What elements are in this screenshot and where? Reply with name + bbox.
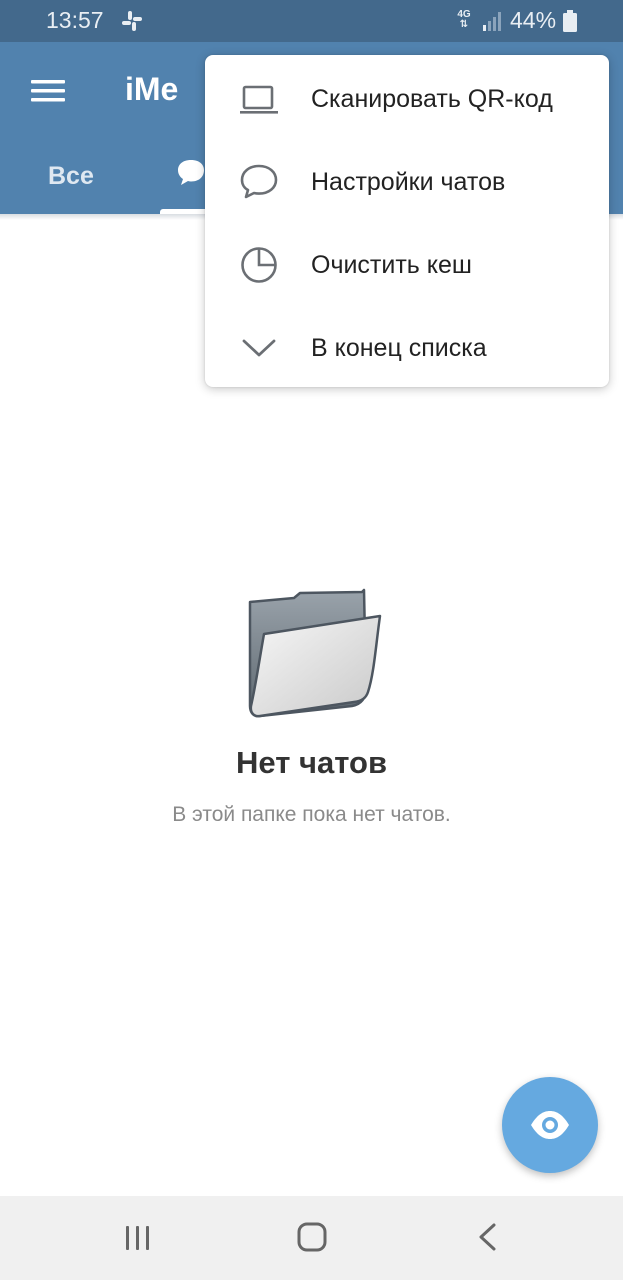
battery-percent: 44% (510, 7, 557, 33)
system-nav-bar (0, 1196, 623, 1280)
status-time: 13:57 (46, 7, 104, 33)
back-icon[interactable] (476, 1222, 498, 1252)
menu-item-label: Сканировать QR-код (311, 85, 553, 113)
menu-item-scroll-to-end[interactable]: В конец списка (205, 306, 609, 389)
empty-folder-icon (248, 588, 382, 718)
tab-all[interactable]: Все (48, 162, 94, 191)
menu-item-label: Настройки чатов (311, 168, 506, 196)
status-bar: 13:57 4G ⇅ 44% (0, 0, 623, 42)
menu-item-chat-settings[interactable]: Настройки чатов (205, 140, 609, 223)
hide-chats-fab[interactable] (502, 1077, 598, 1173)
chevron-down-icon (242, 339, 276, 357)
data-arrows-icon: ⇅ (459, 19, 469, 30)
home-icon[interactable] (297, 1222, 327, 1252)
network-4g-indicator: 4G ⇅ (456, 10, 472, 30)
laptop-icon (240, 85, 278, 114)
app-title: iMe (125, 71, 179, 107)
chat-bubble-icon (240, 164, 278, 199)
battery-icon (563, 10, 577, 32)
overflow-popup-menu: Сканировать QR-код Настройки чатов Очист… (205, 55, 609, 387)
pie-chart-icon (241, 247, 277, 283)
hamburger-menu-icon[interactable] (31, 78, 65, 104)
eye-icon (531, 1111, 569, 1139)
empty-state-subtitle: В этой папке пока нет чатов. (172, 803, 451, 826)
menu-item-scan-qr[interactable]: Сканировать QR-код (205, 57, 609, 140)
signal-icon (483, 12, 501, 31)
empty-state-title: Нет чатов (235, 745, 388, 780)
menu-item-clear-cache[interactable]: Очистить кеш (205, 223, 609, 306)
recents-icon[interactable] (122, 1224, 154, 1252)
menu-item-label: Очистить кеш (311, 251, 472, 279)
slack-icon (122, 11, 142, 31)
menu-item-label: В конец списка (311, 334, 487, 362)
